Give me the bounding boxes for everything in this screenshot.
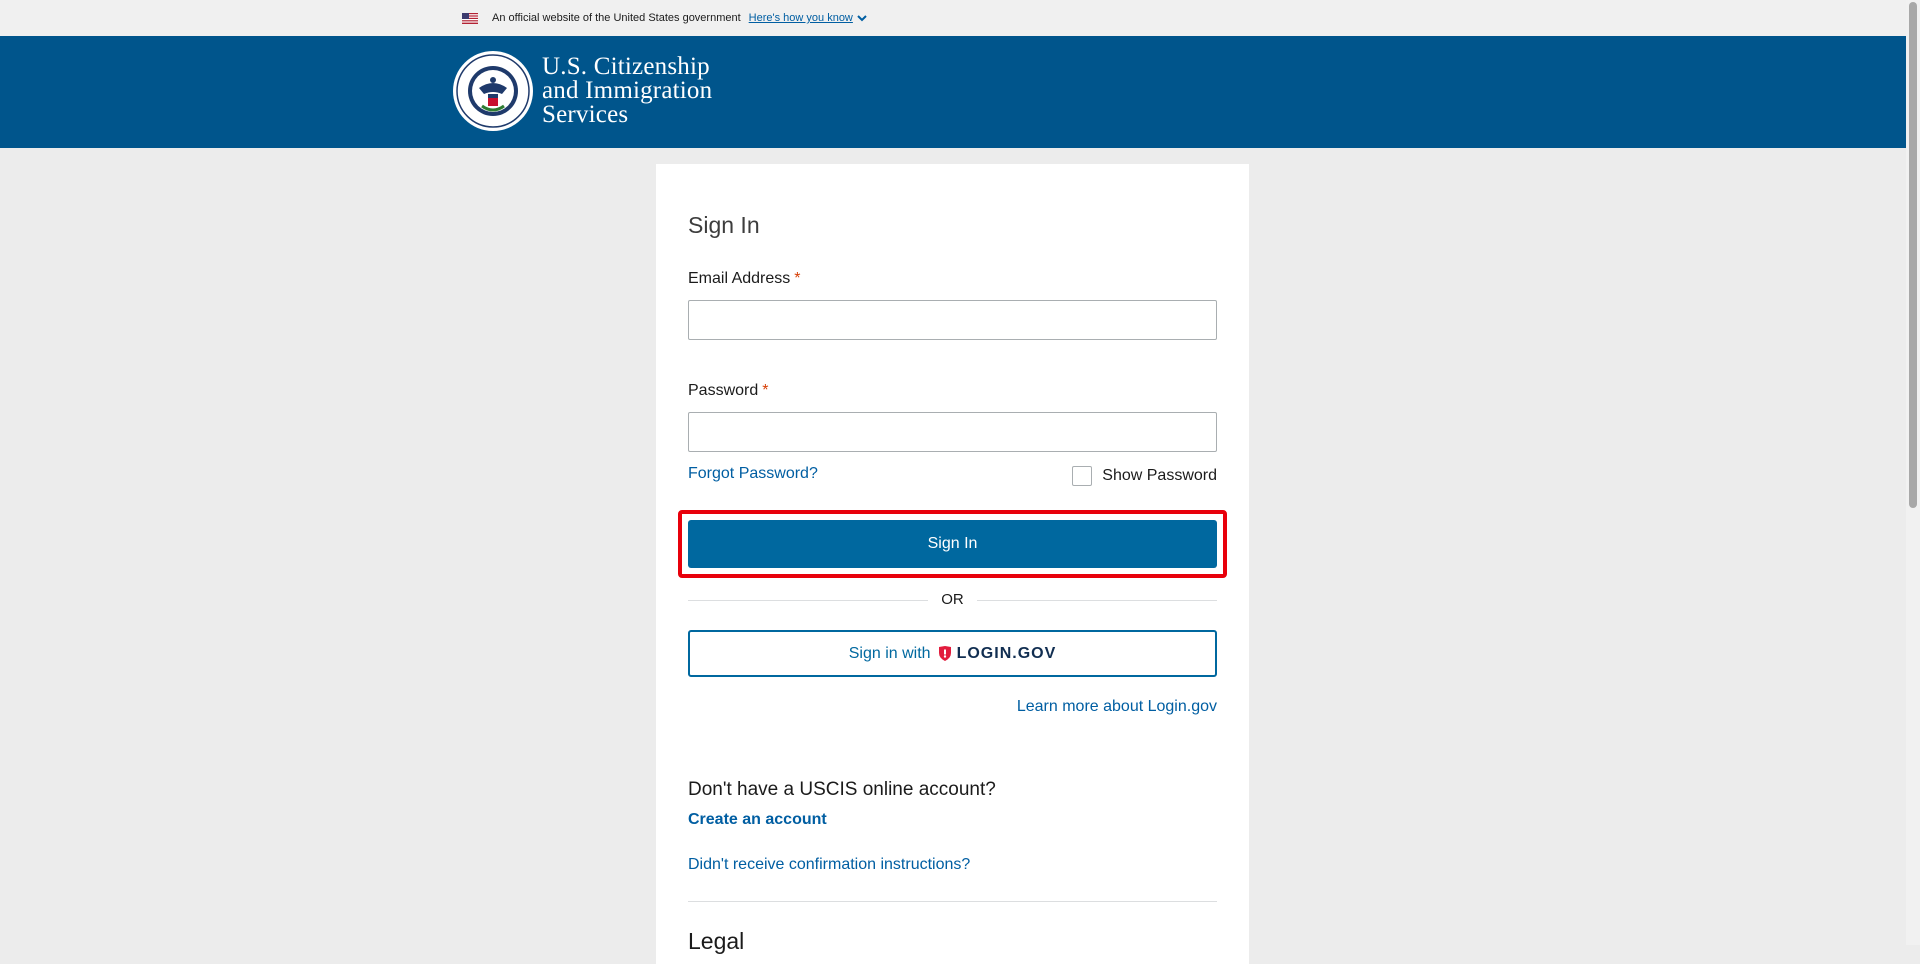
us-flag-icon — [462, 12, 478, 24]
confirmation-instructions-link[interactable]: Didn't receive confirmation instructions… — [688, 856, 970, 874]
scrollbar-thumb[interactable] — [1909, 2, 1917, 508]
create-account-link[interactable]: Create an account — [688, 811, 827, 829]
heres-how-you-know-label: Here's how you know — [748, 12, 853, 24]
or-text: OR — [929, 591, 976, 608]
agency-line-2: and Immigration — [542, 77, 713, 104]
legal-heading: Legal — [688, 928, 745, 954]
email-required-mark: * — [794, 270, 801, 287]
sign-in-card: Sign In Email Address * Password * Forgot … — [656, 164, 1249, 964]
page-title: Sign In — [688, 212, 760, 238]
login-gov-logo: LOGIN.GOV — [938, 644, 1057, 663]
sign-in-with-login-gov-button[interactable]: Sign in with LOGIN.GOV — [688, 630, 1217, 677]
password-label: Password * — [688, 382, 768, 400]
dhs-seal-icon — [453, 51, 533, 131]
email-label-text: Email Address — [688, 270, 791, 287]
email-input[interactable] — [688, 300, 1217, 340]
or-divider: OR — [688, 590, 1217, 610]
show-password-checkbox[interactable] — [1072, 466, 1093, 486]
login-gov-shield-icon — [938, 646, 951, 661]
no-account-heading: Don't have a USCIS online account? — [688, 779, 996, 800]
show-password-toggle[interactable]: Show Password — [1072, 466, 1217, 486]
site-header: U.S. Citizenship and Immigration Service… — [0, 36, 1906, 148]
forgot-password-link[interactable]: Forgot Password? — [688, 465, 818, 483]
uscis-logo[interactable]: U.S. Citizenship and Immigration Service… — [452, 50, 712, 132]
agency-line-3: Services — [542, 101, 629, 128]
section-divider — [688, 901, 1217, 902]
agency-line-1: U.S. Citizenship — [542, 53, 710, 80]
password-required-mark: * — [762, 382, 769, 399]
sign-in-button[interactable]: Sign In — [688, 520, 1217, 568]
show-password-label: Show Password — [1102, 467, 1217, 484]
agency-name: U.S. Citizenship and Immigration Service… — [542, 53, 713, 128]
login-gov-wordmark: LOGIN.GOV — [956, 644, 1057, 662]
page-scrollbar[interactable] — [1906, 0, 1920, 945]
email-label: Email Address * — [688, 270, 801, 288]
learn-more-login-gov-link[interactable]: Learn more about Login.gov — [1017, 698, 1217, 716]
gov-banner: An official website of the United States… — [0, 0, 1906, 36]
heres-how-you-know-link[interactable]: Here's how you know — [749, 12, 867, 24]
chevron-down-icon — [857, 14, 867, 21]
password-label-text: Password — [688, 382, 759, 399]
password-input[interactable] — [688, 412, 1217, 452]
sign-in-with-label: Sign in with — [848, 644, 931, 662]
gov-banner-text: An official website of the United States… — [492, 12, 741, 24]
